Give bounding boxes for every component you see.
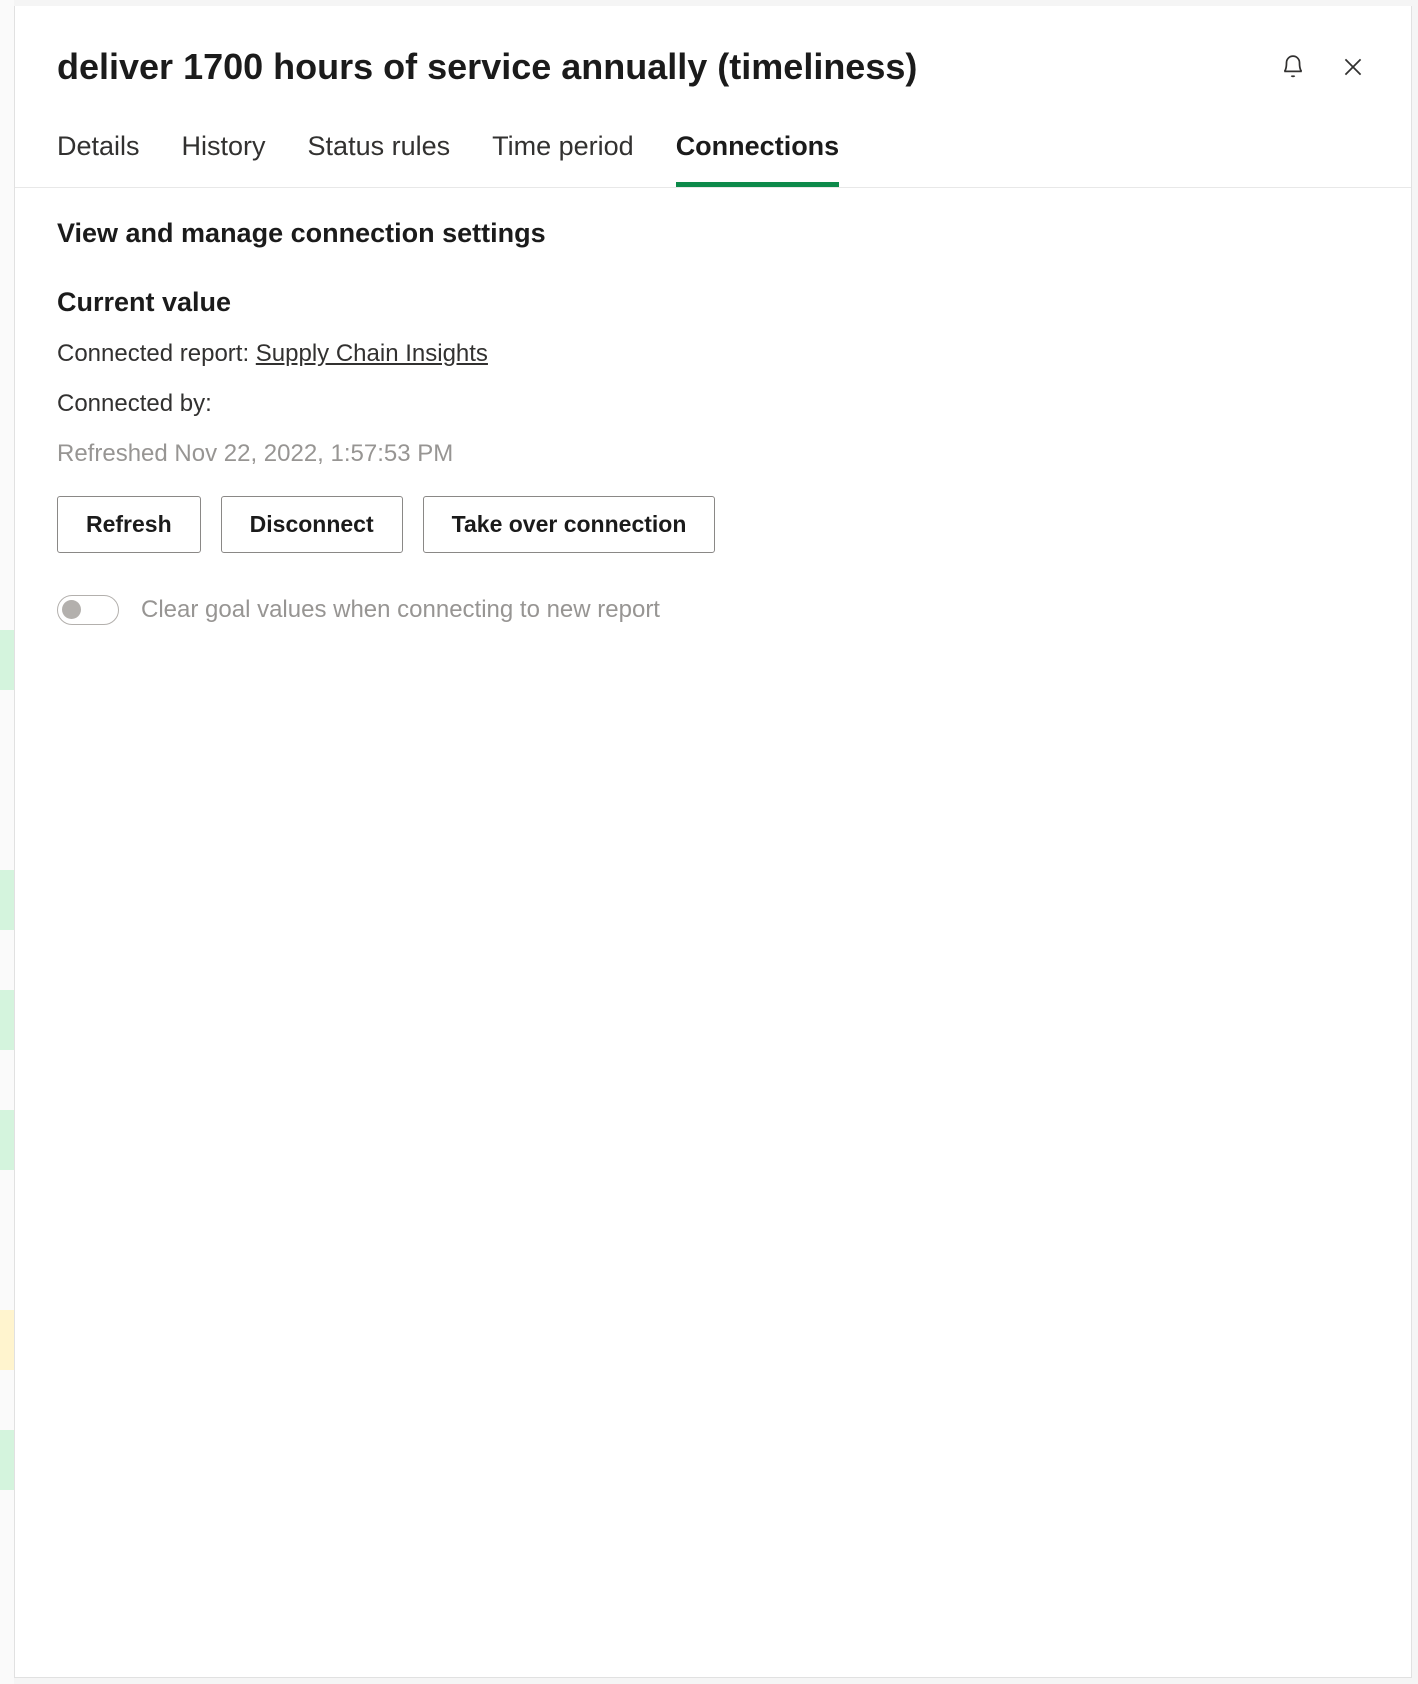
clear-values-toggle-label: Clear goal values when connecting to new…	[141, 596, 660, 624]
current-value-heading: Current value	[57, 287, 1369, 318]
goal-detail-panel: deliver 1700 hours of service annually (…	[14, 6, 1412, 1678]
tab-status-rules[interactable]: Status rules	[308, 131, 451, 187]
strip-block	[0, 630, 14, 690]
tab-history[interactable]: History	[182, 131, 266, 187]
connected-report-line: Connected report: Supply Chain Insights	[57, 340, 1369, 368]
refresh-button[interactable]: Refresh	[57, 496, 201, 553]
connected-by-line: Connected by:	[57, 390, 1369, 418]
tab-bar: Details History Status rules Time period…	[15, 91, 1411, 188]
clear-values-toggle-row: Clear goal values when connecting to new…	[57, 595, 1369, 625]
refreshed-timestamp: Refreshed Nov 22, 2022, 1:57:53 PM	[57, 440, 1369, 468]
connected-report-label: Connected report:	[57, 340, 256, 367]
strip-block	[0, 990, 14, 1050]
header-actions	[1277, 51, 1369, 83]
tab-details[interactable]: Details	[57, 131, 140, 187]
panel-title: deliver 1700 hours of service annually (…	[57, 44, 917, 91]
strip-block	[0, 1310, 14, 1370]
tab-time-period[interactable]: Time period	[492, 131, 634, 187]
button-row: Refresh Disconnect Take over connection	[57, 496, 1369, 553]
left-color-strip	[0, 0, 14, 1684]
connected-report-link[interactable]: Supply Chain Insights	[256, 340, 488, 367]
bell-icon	[1280, 54, 1306, 80]
close-icon	[1340, 54, 1366, 80]
strip-block	[0, 1110, 14, 1170]
notifications-button[interactable]	[1277, 51, 1309, 83]
strip-block	[0, 870, 14, 930]
disconnect-button[interactable]: Disconnect	[221, 496, 403, 553]
clear-values-toggle[interactable]	[57, 595, 119, 625]
toggle-knob	[62, 600, 81, 619]
section-title: View and manage connection settings	[57, 218, 1369, 249]
connections-content: View and manage connection settings Curr…	[15, 188, 1411, 1677]
close-button[interactable]	[1337, 51, 1369, 83]
take-over-connection-button[interactable]: Take over connection	[423, 496, 716, 553]
tab-connections[interactable]: Connections	[676, 131, 840, 187]
strip-block	[0, 1430, 14, 1490]
panel-header: deliver 1700 hours of service annually (…	[15, 6, 1411, 91]
